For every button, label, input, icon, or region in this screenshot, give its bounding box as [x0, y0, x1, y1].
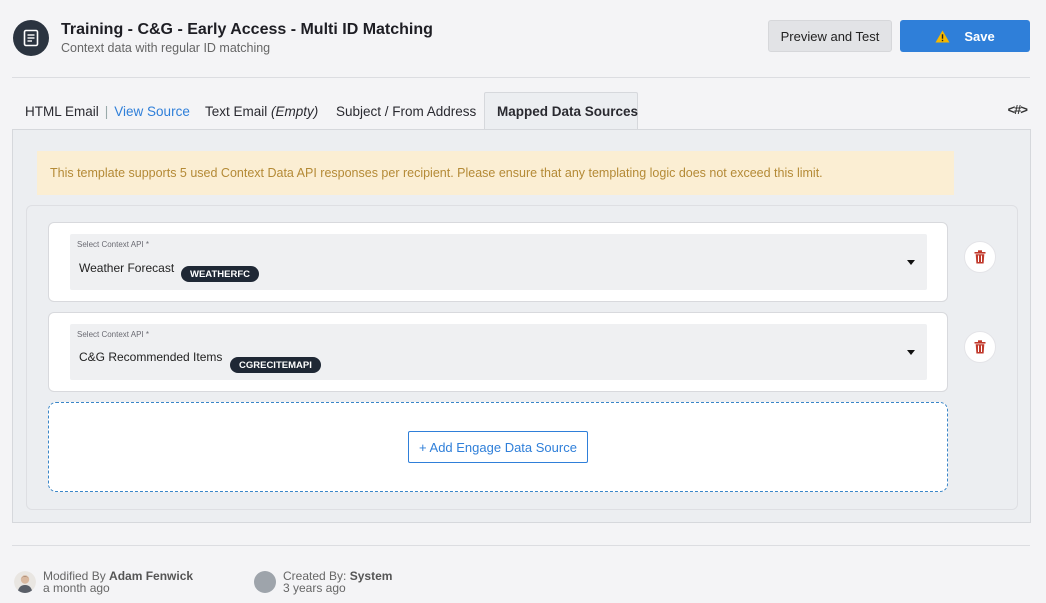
add-source-dropzone: + Add Engage Data Source	[48, 402, 948, 492]
data-source-card: Select Context API * Weather Forecast WE…	[48, 222, 948, 302]
context-api-select[interactable]: Select Context API * Weather Forecast WE…	[70, 234, 927, 290]
tab-separator: |	[104, 103, 109, 119]
select-value: Weather Forecast	[79, 261, 175, 275]
chevron-down-icon	[907, 260, 915, 265]
chevron-down-icon	[907, 350, 915, 355]
modified-when: a month ago	[43, 581, 110, 595]
tab-subject-label: Subject / From Address	[336, 103, 477, 119]
context-api-select[interactable]: Select Context API * C&G Recommended Ite…	[70, 324, 927, 380]
modified-by-user: Adam Fenwick	[109, 569, 194, 583]
footer-divider	[12, 545, 1030, 546]
tab-text-email-label: Text Email	[205, 103, 268, 119]
trash-icon	[974, 250, 986, 264]
page-title: Training - C&G - Early Access - Multi ID…	[61, 21, 433, 38]
editor-tabs: HTML Email | View Source Text Email (Emp…	[12, 92, 1031, 130]
tab-mapped-data-sources[interactable]: Mapped Data Sources	[484, 92, 638, 130]
template-editor-page: Training - C&G - Early Access - Multi ID…	[0, 0, 1046, 603]
avatar	[14, 571, 36, 593]
select-label: Select Context API *	[77, 240, 150, 249]
data-sources-container: Select Context API * Weather Forecast WE…	[26, 205, 1018, 510]
view-source-link[interactable]: View Source	[114, 104, 190, 119]
delete-source-button[interactable]	[964, 241, 996, 273]
select-label: Select Context API *	[77, 330, 150, 339]
add-engage-data-source-button[interactable]: + Add Engage Data Source	[408, 431, 588, 463]
trash-icon	[974, 340, 986, 354]
created-when: 3 years ago	[283, 581, 346, 595]
warning-icon	[935, 30, 950, 42]
select-value: C&G Recommended Items	[79, 350, 223, 364]
preview-button-label: Preview and Test	[780, 28, 880, 44]
tab-text-email[interactable]: Text Email (Empty)	[205, 92, 318, 130]
api-code-badge: WEATHERFC	[181, 266, 259, 282]
data-source-card: Select Context API * C&G Recommended Ite…	[48, 312, 948, 392]
delete-source-button[interactable]	[964, 331, 996, 363]
avatar	[254, 571, 276, 593]
save-button-label: Save	[964, 28, 995, 44]
created-by-user: System	[349, 569, 393, 583]
code-toggle-icon[interactable]: <#>	[1008, 102, 1028, 117]
preview-and-test-button[interactable]: Preview and Test	[768, 20, 892, 52]
tab-text-email-state: (Empty)	[271, 103, 319, 119]
tab-subject-from-address[interactable]: Subject / From Address	[336, 92, 476, 130]
tab-mapped-label: Mapped Data Sources	[497, 104, 639, 119]
save-button[interactable]: Save	[900, 20, 1030, 52]
tab-html-email-label: HTML Email	[25, 103, 99, 119]
mapped-data-sources-panel: This template supports 5 used Context Da…	[12, 129, 1031, 523]
api-code-badge: CGRECITEMAPI	[230, 357, 321, 373]
page-header: Training - C&G - Early Access - Multi ID…	[12, 12, 1030, 78]
tab-html-email[interactable]: HTML Email | View Source	[25, 92, 190, 130]
page-subtitle: Context data with regular ID matching	[61, 41, 271, 55]
document-icon	[13, 20, 49, 56]
limit-notice: This template supports 5 used Context Da…	[37, 151, 954, 195]
